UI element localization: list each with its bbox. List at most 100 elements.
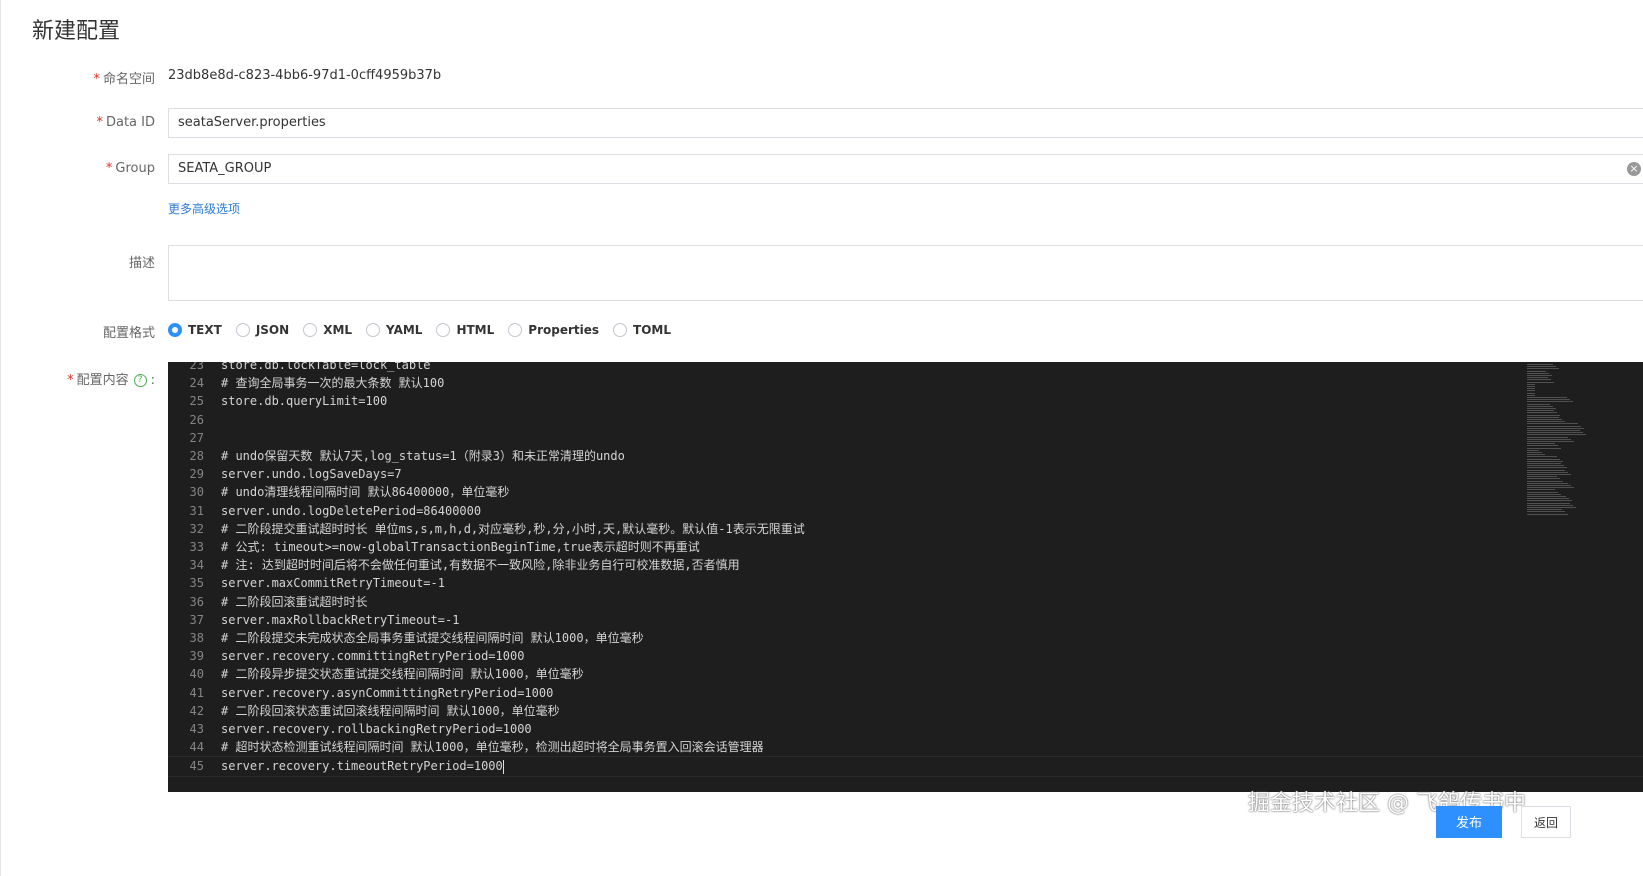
code-line[interactable]: 31 server.undo.logDeletePeriod=86400000	[168, 502, 1643, 520]
code-line[interactable]: 40 # 二阶段异步提交状态重试提交线程间隔时间 默认1000，单位毫秒	[168, 665, 1643, 683]
format-radio-html[interactable]: HTML	[436, 323, 494, 337]
minimap-line	[1527, 467, 1568, 469]
code-line[interactable]: 24 # 查询全局事务一次的最大条数 默认100	[168, 374, 1643, 392]
minimap-line	[1527, 498, 1569, 500]
namespace-label: * 命名空间	[93, 68, 155, 87]
line-number: 34	[189, 558, 204, 573]
code-line[interactable]: 45 server.recovery.timeoutRetryPeriod=100…	[168, 756, 1643, 777]
line-number: 27	[189, 430, 204, 445]
minimap-line	[1527, 405, 1553, 407]
radio-unchecked-icon	[436, 323, 451, 337]
minimap-line	[1527, 390, 1535, 392]
group-label: * Group	[106, 161, 155, 176]
code-line[interactable]: 42 # 二阶段回滚状态重试回滚线程间隔时间 默认1000，单位毫秒	[168, 702, 1643, 720]
code-line[interactable]: 26	[168, 411, 1643, 429]
code-line[interactable]: 33 # 公式: timeout>=now-globalTransactionBe…	[168, 538, 1643, 556]
format-radio-yaml[interactable]: YAML	[366, 323, 422, 337]
minimap-line	[1527, 443, 1555, 445]
advanced-options-link[interactable]: 更多高级选项	[168, 200, 240, 217]
code-line[interactable]: 41 server.recovery.asynCommittingRetryPer…	[168, 684, 1643, 702]
minimap-line	[1527, 507, 1577, 508]
required-mark: *	[105, 161, 113, 176]
format-option-label: TOML	[633, 323, 671, 337]
minimap-line	[1527, 469, 1565, 471]
code-line[interactable]: 39 server.recovery.committingRetryPeriod=…	[168, 647, 1643, 665]
back-button[interactable]: 返回	[1521, 806, 1571, 838]
minimap-line	[1527, 471, 1568, 473]
code-text: server.maxRollbackRetryTimeout=-1	[221, 612, 460, 627]
minimap-line	[1527, 408, 1556, 409]
minimap-line	[1527, 447, 1561, 449]
minimap-line	[1527, 370, 1546, 372]
format-radio-xml[interactable]: XML	[303, 323, 352, 337]
code-line[interactable]: 34 # 注: 达到超时时间后将不会做任何重试,有数据不一致风险,除非业务自行可校…	[168, 556, 1643, 574]
minimap-line	[1527, 401, 1573, 403]
editor-minimap[interactable]	[1525, 362, 1643, 792]
code-line[interactable]: 38 # 二阶段提交未完成状态全局事务重试提交线程间隔时间 默认1000，单位毫秒	[168, 629, 1643, 647]
code-text: server.recovery.asynCommittingRetryPerio…	[221, 685, 554, 700]
minimap-line	[1527, 454, 1545, 456]
group-label-text: Group	[115, 161, 155, 176]
code-line[interactable]: 27	[168, 429, 1643, 447]
code-text: # 二阶段提交重试超时时长 单位ms,s,m,h,d,对应毫秒,秒,分,小时,天…	[221, 521, 805, 536]
description-textarea[interactable]	[168, 245, 1643, 301]
minimap-line	[1527, 368, 1560, 370]
data-id-label-text: Data ID	[105, 115, 155, 130]
line-number: 31	[189, 503, 204, 518]
clear-icon[interactable]: ×	[1627, 162, 1641, 176]
line-number: 28	[189, 449, 204, 463]
minimap-line	[1527, 493, 1561, 495]
format-option-label: JSON	[255, 323, 290, 337]
minimap-line	[1527, 502, 1571, 504]
minimap-line	[1527, 456, 1557, 458]
help-icon[interactable]: ?	[133, 374, 147, 387]
code-line[interactable]: 35 server.maxCommitRetryTimeout=-1	[168, 574, 1643, 592]
data-id-input[interactable]: seataServer.properties	[168, 108, 1643, 138]
format-radio-properties[interactable]: Properties	[508, 323, 599, 337]
minimap-line	[1527, 397, 1567, 398]
code-line[interactable]: 25 store.db.queryLimit=100	[168, 392, 1643, 410]
required-mark: *	[67, 373, 74, 388]
code-text: # undo清理线程间隔时间 默认86400000，单位毫秒	[221, 485, 510, 500]
code-text: server.recovery.timeoutRetryPeriod=1000	[221, 759, 504, 774]
format-label: 配置格式	[102, 326, 155, 341]
minimap-line	[1527, 410, 1554, 412]
code-text: # 查询全局事务一次的最大条数 默认100	[221, 376, 445, 391]
minimap-line	[1527, 375, 1552, 376]
group-input[interactable]: SEATA_GROUP ×	[168, 154, 1643, 184]
format-radio-json[interactable]: JSON	[235, 323, 290, 337]
code-text: server.undo.logSaveDays=7	[221, 467, 402, 482]
format-option-label: TEXT	[188, 323, 222, 337]
format-option-label: HTML	[456, 323, 495, 337]
publish-button[interactable]: 发布	[1436, 806, 1502, 838]
code-line[interactable]: 29 server.undo.logSaveDays=7	[168, 465, 1643, 483]
line-number: 43	[189, 722, 204, 736]
group-value: SEATA_GROUP	[178, 161, 272, 176]
minimap-line	[1527, 421, 1566, 423]
format-option-label: XML	[323, 323, 353, 337]
minimap-line	[1527, 480, 1563, 482]
code-line[interactable]: 36 # 二阶段回滚重试超时时长	[168, 593, 1643, 611]
code-line[interactable]: 37 server.maxRollbackRetryTimeout=-1	[168, 611, 1643, 629]
code-line[interactable]: 32 # 二阶段提交重试超时时长 单位ms,s,m,h,d,对应毫秒,秒,分,小时…	[168, 520, 1643, 538]
content-label-text: 配置内容	[76, 373, 129, 388]
minimap-line	[1527, 377, 1548, 379]
code-line[interactable]: 30 # undo清理线程间隔时间 默认86400000，单位毫秒	[168, 483, 1643, 501]
code-line[interactable]: 23 store.db.lockTable=lock_table	[168, 362, 1643, 374]
code-line[interactable]: 43 server.recovery.rollbackingRetryPeriod…	[168, 720, 1643, 738]
minimap-line	[1527, 372, 1549, 374]
code-text: # 公式: timeout>=now-globalTransactionBegi…	[221, 540, 700, 554]
format-radio-text[interactable]: TEXT	[168, 323, 222, 337]
line-number: 36	[189, 594, 204, 609]
minimap-line	[1527, 504, 1574, 506]
format-radio-toml[interactable]: TOML	[613, 323, 671, 337]
minimap-line	[1527, 416, 1560, 418]
code-line[interactable]: 44 # 超时状态检测重试线程间隔时间 默认1000，单位毫秒，检测出超时将全局事…	[168, 738, 1643, 756]
radio-unchecked-icon	[303, 323, 318, 337]
minimap-line	[1527, 386, 1535, 387]
code-text: server.undo.logDeletePeriod=86400000	[221, 503, 482, 518]
code-editor[interactable]: 23 store.db.lockTable=lock_table 24 # 查询全局事…	[168, 362, 1643, 792]
code-line[interactable]: 28 # undo保留天数 默认7天,log_status=1（附录3）和未正常清…	[168, 447, 1643, 465]
radio-unchecked-icon	[613, 323, 628, 337]
radio-checked-icon	[168, 323, 182, 337]
